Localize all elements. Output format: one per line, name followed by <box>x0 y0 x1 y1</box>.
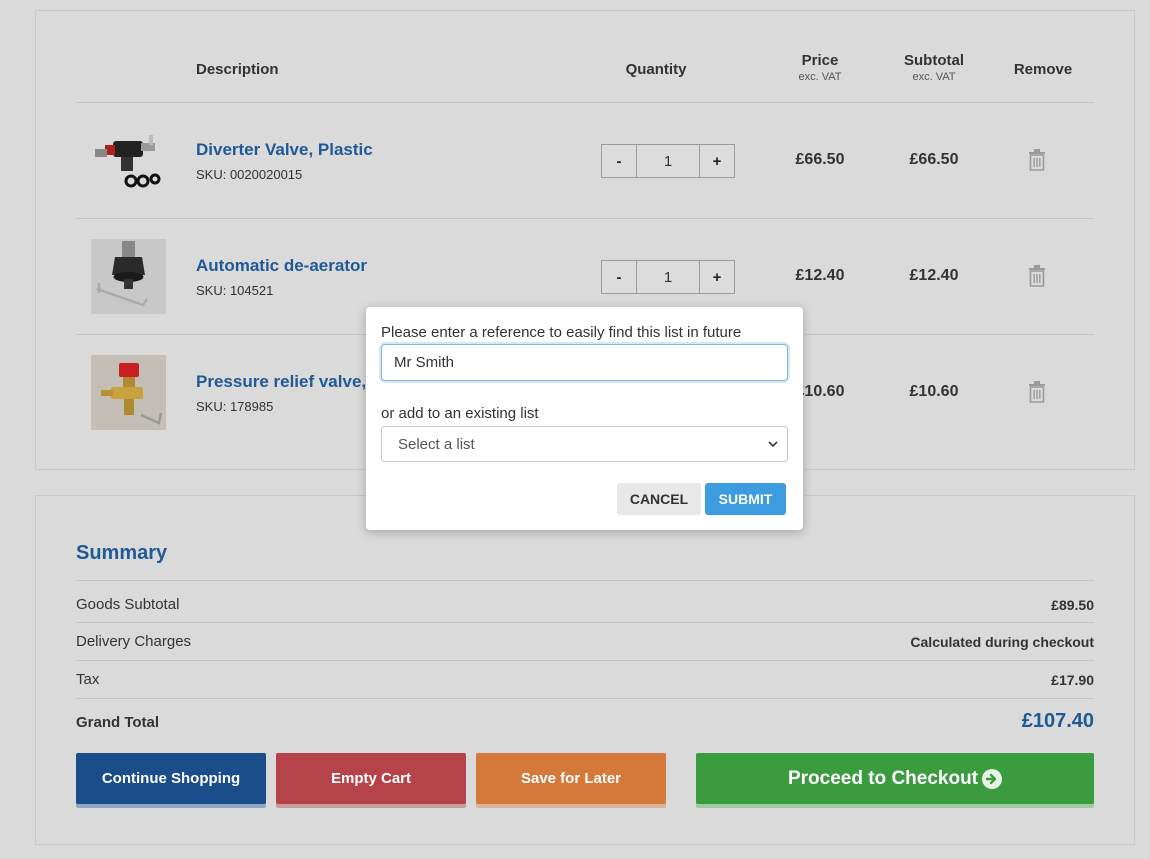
submit-button[interactable]: SUBMIT <box>705 483 786 515</box>
proceed-to-checkout-button[interactable]: Proceed to Checkout <box>696 753 1094 804</box>
header-price: Price exc. VAT <box>775 52 865 83</box>
chevron-down-icon <box>767 437 779 449</box>
header-subtotal-label: Subtotal <box>904 52 964 69</box>
quantity-increase-button[interactable]: + <box>700 145 734 177</box>
quantity-stepper: - 1 + <box>601 260 735 294</box>
pressure-relief-valve-image[interactable] <box>91 355 166 430</box>
product-name-link[interactable]: Pressure relief valve, <box>196 372 366 392</box>
product-sku: SKU: 178985 <box>196 399 274 414</box>
quantity-increase-button[interactable]: + <box>700 261 734 293</box>
existing-list-label: or add to an existing list <box>381 405 539 422</box>
item-subtotal: £10.60 <box>909 383 959 400</box>
summary-row-grand-total: Grand Total £107.40 <box>76 698 1094 746</box>
select-value: Select a list <box>398 435 475 453</box>
de-aerator-image[interactable] <box>91 239 166 314</box>
diverter-valve-image[interactable] <box>91 123 166 198</box>
summary-label: Delivery Charges <box>76 633 192 650</box>
summary-label: Tax <box>76 671 100 688</box>
item-price: £66.50 <box>795 151 845 168</box>
cart-row: Diverter Valve, Plastic SKU: 0020020015 … <box>76 103 1094 219</box>
header-description: Description <box>196 61 279 78</box>
summary-value: £17.90 <box>1051 672 1094 688</box>
grand-total-label: Grand Total <box>76 714 160 731</box>
cart-header: Description Quantity Price exc. VAT Subt… <box>76 11 1094 103</box>
summary-row-goods-subtotal: Goods Subtotal £89.50 <box>76 580 1094 622</box>
trash-icon[interactable] <box>1028 381 1046 403</box>
product-name-link[interactable]: Automatic de-aerator <box>196 256 367 276</box>
product-sku: SKU: 0020020015 <box>196 167 303 182</box>
item-subtotal: £66.50 <box>909 151 959 168</box>
arrow-right-icon <box>982 768 1003 789</box>
empty-cart-button[interactable]: Empty Cart <box>276 753 466 804</box>
item-price: £12.40 <box>795 267 845 284</box>
header-price-note: exc. VAT <box>798 71 842 83</box>
product-sku: SKU: 104521 <box>196 283 274 298</box>
summary-row-delivery: Delivery Charges Calculated during check… <box>76 622 1094 660</box>
reference-label: Please enter a reference to easily find … <box>381 324 742 341</box>
quantity-decrease-button[interactable]: - <box>602 145 636 177</box>
header-subtotal: Subtotal exc. VAT <box>889 52 979 83</box>
summary-row-tax: Tax £17.90 <box>76 660 1094 698</box>
summary-title: Summary <box>76 542 168 564</box>
grand-total-value: £107.40 <box>1021 710 1094 732</box>
summary-value: £89.50 <box>1051 597 1094 613</box>
existing-list-select[interactable]: Select a list <box>381 426 788 462</box>
quantity-input[interactable]: 1 <box>636 145 700 177</box>
save-for-later-button[interactable]: Save for Later <box>476 753 666 804</box>
cancel-button[interactable]: CANCEL <box>617 483 701 515</box>
product-name-link[interactable]: Diverter Valve, Plastic <box>196 140 373 160</box>
trash-icon[interactable] <box>1028 149 1046 171</box>
summary-panel: Summary Goods Subtotal £89.50 Delivery C… <box>35 495 1135 845</box>
header-price-label: Price <box>801 52 839 69</box>
checkout-label: Proceed to Checkout <box>787 767 979 789</box>
reference-input[interactable] <box>381 344 788 381</box>
quantity-input[interactable]: 1 <box>636 261 700 293</box>
quantity-decrease-button[interactable]: - <box>602 261 636 293</box>
trash-icon[interactable] <box>1028 265 1046 287</box>
header-remove: Remove <box>1013 61 1073 78</box>
summary-value: Calculated during checkout <box>910 634 1094 650</box>
quantity-stepper: - 1 + <box>601 144 735 178</box>
header-subtotal-note: exc. VAT <box>912 71 956 83</box>
continue-shopping-button[interactable]: Continue Shopping <box>76 753 266 804</box>
item-subtotal: £12.40 <box>909 267 959 284</box>
save-list-modal: Please enter a reference to easily find … <box>366 307 803 530</box>
summary-label: Goods Subtotal <box>76 596 180 613</box>
header-quantity: Quantity <box>625 61 687 78</box>
